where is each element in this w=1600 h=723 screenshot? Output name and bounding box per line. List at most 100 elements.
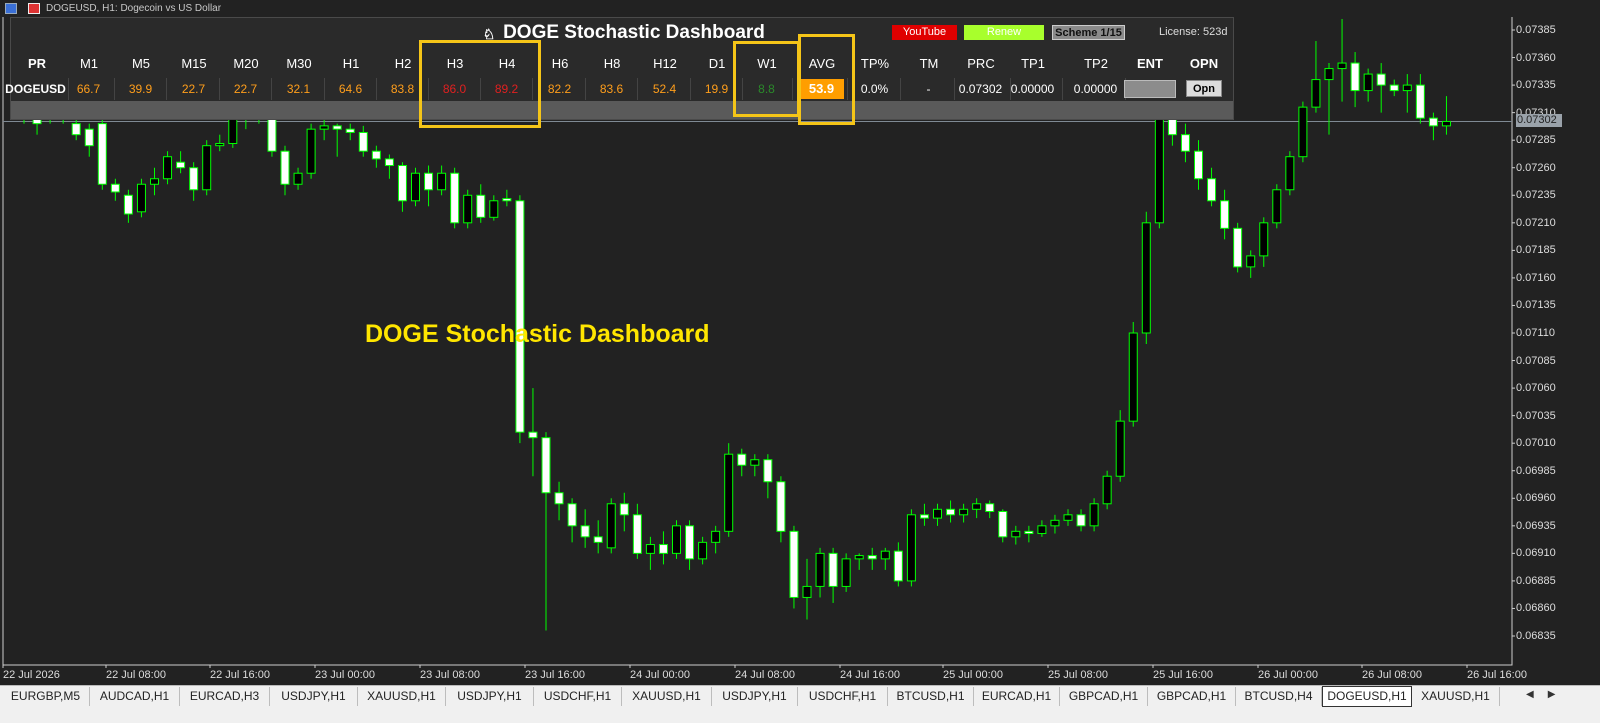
chart-tab-dogeusd-h1[interactable]: DOGEUSD,H1 <box>1322 686 1412 707</box>
candle-body <box>1154 117 1164 224</box>
chart-tabs-bar: ◀▶ EURGBP,M5 AUDCAD,H1 EURCAD,H3 USDJPY,H1 X… <box>0 685 1600 723</box>
overlay-caption: DOGE Stochastic Dashboard <box>365 320 710 348</box>
chart-tab-usdjpy-h1[interactable]: USDJPY,H1 <box>446 687 534 706</box>
candle <box>437 165 447 196</box>
time-tick-label: 22 Jul 16:00 <box>210 669 270 681</box>
tab-scroll-left-icon[interactable]: ◀ <box>1526 689 1548 700</box>
candle <box>293 167 303 190</box>
candle-body <box>397 165 407 202</box>
chart-tab-eurcad-h1[interactable]: EURCAD,H1 <box>974 687 1060 706</box>
chart-type-icon[interactable] <box>28 3 40 14</box>
candle <box>1272 184 1282 229</box>
candle-body <box>1415 84 1425 119</box>
candle-body <box>515 200 525 433</box>
candle <box>1259 217 1269 267</box>
time-tick-label: 23 Jul 00:00 <box>315 669 375 681</box>
stochastic-dashboard-panel: ♘ DOGE Stochastic Dashboard YouTube Renew… <box>5 17 1234 120</box>
candle <box>541 432 551 631</box>
candle-body <box>1024 530 1034 535</box>
renew-button[interactable]: Renew <box>964 25 1044 40</box>
price-tick-label: 0.06910 <box>1516 547 1556 560</box>
tab-scroll-right-icon[interactable]: ▶ <box>1548 689 1570 700</box>
candle-body <box>606 503 616 549</box>
candle <box>789 525 799 609</box>
chart-tab-btcusd-h1[interactable]: BTCUSD,H1 <box>888 687 974 706</box>
chart-tab-usdchf-h1[interactable]: USDCHF,H1 <box>798 687 888 706</box>
license-label: License: 523d <box>1159 26 1228 38</box>
candle-body <box>737 453 747 466</box>
candle <box>463 189 473 229</box>
chart-tab-gbpcad-h1[interactable]: GBPCAD,H1 <box>1148 687 1236 706</box>
terminal-window: DOGEUSD, H1: Dogecoin vs US Dollar ♘ DOGE… <box>0 0 1600 723</box>
candle-body <box>71 123 81 136</box>
current-price-label: 0.07302 <box>1516 114 1562 127</box>
candle <box>384 154 394 179</box>
chart-tab-audcad-h1[interactable]: AUDCAD,H1 <box>90 687 180 706</box>
chart-tab-xauusd-h1[interactable]: XAUUSD,H1 <box>622 687 712 706</box>
candle <box>554 481 564 521</box>
scheme-button[interactable]: Scheme 1/15 <box>1052 25 1125 40</box>
candle-body <box>645 544 655 554</box>
open-button[interactable]: Opn <box>1186 80 1222 97</box>
candle-body <box>750 459 760 466</box>
candle-body <box>1402 84 1412 92</box>
candle <box>1089 498 1099 532</box>
candle <box>450 167 460 229</box>
entry-input[interactable] <box>1124 80 1176 98</box>
candle <box>841 553 851 592</box>
chart-tab-xauusd-h1[interactable]: XAUUSD,H1 <box>1412 687 1500 706</box>
candle <box>685 520 695 570</box>
candle-body <box>1037 525 1047 535</box>
candle-body <box>1376 73 1386 86</box>
candle-body <box>1233 227 1243 268</box>
candle-body <box>1102 475 1112 505</box>
candle <box>1376 63 1386 113</box>
candle-body <box>1220 200 1230 229</box>
header-ent: ENT <box>1137 56 1163 71</box>
candle-body <box>802 585 812 598</box>
dashboard-header-row: PR M1 M5 M15 M20 M30 H1 H2 H3 H4 H6 H8 H12 D1 W1 AVG TP%… <box>11 51 1233 77</box>
time-tick-label: 24 Jul 08:00 <box>735 669 795 681</box>
candle-body <box>1324 68 1334 81</box>
price-tick-label: 0.07135 <box>1516 299 1556 312</box>
candle <box>776 476 786 543</box>
chart-tab-usdjpy-h1[interactable]: USDJPY,H1 <box>712 687 798 706</box>
candle <box>1324 63 1334 135</box>
candle-body <box>528 431 538 439</box>
chart-tab-usdchf-h1[interactable]: USDCHF,H1 <box>534 687 622 706</box>
candle-body <box>946 508 956 516</box>
chart-tab-eurcad-h3[interactable]: EURCAD,H3 <box>180 687 270 706</box>
candle <box>802 558 812 620</box>
window-menu-icon[interactable] <box>5 3 17 14</box>
candle-body <box>280 150 290 185</box>
tab-scroll-arrows[interactable]: ◀▶ <box>1526 689 1569 700</box>
chart-tab-xauusd-h1[interactable]: XAUUSD,H1 <box>358 687 446 706</box>
candle-body <box>1076 514 1086 527</box>
header-prc: PRC <box>967 56 995 71</box>
price-tick-label: 0.06835 <box>1516 630 1556 642</box>
candle <box>1180 123 1190 163</box>
chart-tab-gbpcad-h1[interactable]: GBPCAD,H1 <box>1060 687 1148 706</box>
chart-tab-btcusd-h4[interactable]: BTCUSD,H4 <box>1236 687 1322 706</box>
header-h1: H1 <box>342 56 360 71</box>
candle-body <box>502 198 512 202</box>
candle <box>1363 68 1373 102</box>
header-h6: H6 <box>551 56 569 71</box>
candle <box>1350 52 1360 108</box>
candle <box>150 167 159 196</box>
dog-logo-icon: ♘ <box>482 26 496 42</box>
value-h12: 52.4 <box>639 78 691 100</box>
time-tick-label: 22 Jul 2026 <box>3 669 60 681</box>
youtube-button[interactable]: YouTube <box>892 25 957 40</box>
candle <box>1233 222 1243 273</box>
candle-body <box>189 167 199 191</box>
value-h1: 64.6 <box>325 78 377 100</box>
time-tick-label: 24 Jul 00:00 <box>630 669 690 681</box>
header-h8: H8 <box>603 56 621 71</box>
candle-body <box>293 172 303 185</box>
time-tick-label: 23 Jul 08:00 <box>420 669 480 681</box>
candle-body <box>97 123 107 185</box>
chart-tab-eurgbp-m5[interactable]: EURGBP,M5 <box>2 687 90 706</box>
candle <box>136 178 146 218</box>
chart-tab-usdjpy-h1[interactable]: USDJPY,H1 <box>270 687 358 706</box>
